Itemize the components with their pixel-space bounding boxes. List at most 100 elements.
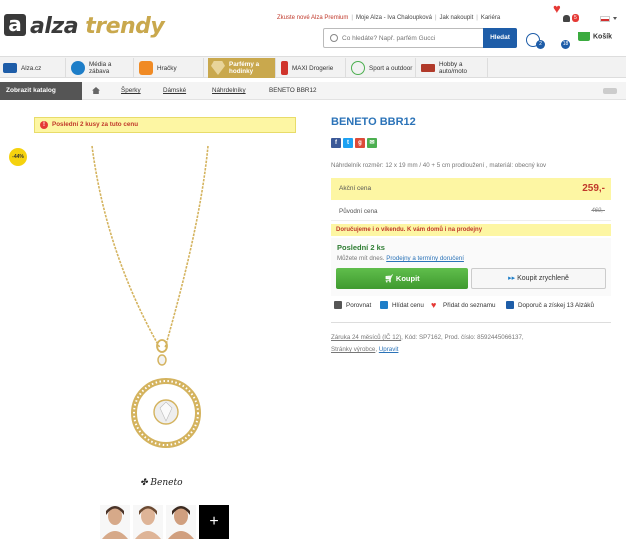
bell-icon[interactable]	[563, 15, 570, 22]
top-link-account[interactable]: Moje Alza - Iva Chaloupková	[356, 15, 432, 21]
warranty-link[interactable]: Záruka 24 měsíců (IČ 12)	[331, 334, 401, 341]
stock-alert: ! Poslední 2 kusy za tuto cenu	[34, 117, 296, 133]
thumbnail[interactable]	[133, 505, 163, 539]
delivery-banner[interactable]: Doručujeme i o víkendu. K vám domů i na …	[331, 224, 611, 236]
nav-item-perfumes[interactable]: Parfémy a hodinky	[208, 58, 276, 78]
cart-icon: 🛒︎	[384, 274, 396, 283]
buy-fast-button-label: Koupit zrychleně	[517, 275, 569, 282]
nav-item-hobby[interactable]: Hobby a auto/moto	[418, 58, 488, 78]
czech-flag-icon[interactable]	[600, 16, 610, 22]
fast-forward-icon: ▸▸	[508, 275, 518, 282]
search-icon	[330, 34, 338, 42]
nav-item-media[interactable]: Média a zábava	[68, 58, 134, 78]
product-image[interactable]	[80, 138, 255, 448]
play-icon	[71, 61, 85, 75]
search-input[interactable]	[342, 32, 482, 45]
heart-icon: ♥	[431, 300, 437, 310]
breadcrumb-item-necklaces[interactable]: Náhrdelníky	[212, 82, 246, 100]
top-link-career[interactable]: Kariéra	[481, 15, 500, 21]
watch-price-action[interactable]: Hlídat cenu	[380, 301, 424, 309]
stock-status: Poslední 2 ks	[337, 243, 385, 252]
cart-icon	[578, 32, 590, 41]
nav-item-label: Parfémy a hodinky	[229, 61, 260, 75]
thumbnail[interactable]	[100, 505, 130, 539]
logo[interactable]: alza trendy	[30, 14, 165, 39]
logo-word-trendy: trendy	[85, 14, 165, 39]
laptop-icon	[3, 63, 17, 73]
top-links: Zkuste nové Alza Premium | Moje Alza - Iva…	[277, 15, 501, 21]
nav-item-toys[interactable]: Hračky	[136, 58, 204, 78]
watch-price-action-label: Hlídat cenu	[392, 301, 424, 309]
bike-icon	[351, 61, 365, 75]
cart-label: Košík	[593, 33, 613, 41]
model-photo-icon	[168, 506, 194, 539]
scale-icon	[334, 301, 342, 309]
heart-icon[interactable]: ♥	[553, 0, 561, 18]
logo-word-alza: alza	[30, 14, 79, 39]
twitter-icon[interactable]: t	[343, 138, 353, 148]
original-price-value: 469,-	[591, 208, 605, 214]
edit-link[interactable]: Upravit	[379, 346, 399, 353]
buy-button-label: Koupit	[395, 274, 420, 283]
robot-icon	[139, 61, 153, 75]
original-price-label: Původní cena	[339, 208, 378, 215]
bottle-icon	[281, 61, 288, 75]
top-link-premium[interactable]: Zkuste nové Alza Premium	[277, 15, 348, 21]
nav-item-label: Sport a outdoor	[369, 64, 413, 72]
add-to-list-action[interactable]: ♥ Přidat do seznamu	[431, 300, 496, 310]
brand-mark-icon: ✤	[140, 478, 148, 488]
add-to-list-action-label: Přidat do seznamu	[443, 301, 496, 309]
buy-fast-button[interactable]: ▸▸ Koupit zrychleně	[471, 268, 606, 289]
breadcrumb: Zobrazit katalog Šperky Dámské Náhrdelní…	[0, 82, 626, 100]
product-description: Náhrdelník rozměr: 12 x 19 mm / 40 + 5 c…	[331, 162, 547, 169]
home-icon[interactable]	[92, 87, 100, 94]
nav-item-sport[interactable]: Sport a outdoor	[348, 58, 416, 78]
email-icon[interactable]: ✉	[367, 138, 377, 148]
stock-alert-text: Poslední 2 kusy za tuto cenu	[52, 121, 139, 128]
breadcrumb-item-jewelry[interactable]: Šperky	[121, 82, 141, 100]
buy-button[interactable]: 🛒︎ Koupit	[336, 268, 468, 289]
nav-item-label: Média a zábava	[89, 61, 112, 75]
search-button[interactable]: Hledat	[483, 28, 517, 48]
breadcrumb-item-current: BENETO BBR12	[269, 87, 317, 94]
show-catalog-button[interactable]: Zobrazit katalog	[0, 82, 82, 100]
model-photo-icon	[102, 506, 128, 539]
nav-item-label: Hobby a auto/moto	[439, 61, 468, 75]
share-icon	[506, 301, 514, 309]
category-nav: Alza.cz Média a zábava Hračky Parfémy a …	[0, 56, 626, 78]
product-codes: , Kód: SP7162, Prod. číslo: 859244506613…	[401, 334, 524, 341]
more-images-button[interactable]: +	[199, 505, 229, 539]
manufacturer-pages-link[interactable]: Stránky výrobce	[331, 346, 375, 353]
nav-item-label: MAXI Drogerie	[292, 64, 334, 72]
divider	[331, 322, 611, 323]
nav-item-label: Hračky	[157, 64, 177, 72]
logo-icon[interactable]: a	[4, 14, 26, 36]
stores-link[interactable]: Prodejny a termíny doručení	[386, 255, 464, 262]
collapse-icon[interactable]	[603, 88, 617, 94]
alert-icon: !	[40, 121, 48, 129]
recommend-action[interactable]: Doporuč a získej 13 Alzáků	[506, 301, 594, 309]
search-box: Hledat	[323, 28, 517, 48]
thumbnail[interactable]	[166, 505, 196, 539]
nav-item-drogerie[interactable]: MAXI Drogerie	[278, 58, 346, 78]
nav-item-label: Alza.cz	[21, 64, 42, 72]
stock-availability: Můžete mít dnes. Prodejny a termíny doru…	[337, 255, 464, 262]
bell-icon	[380, 301, 388, 309]
cart-button[interactable]: Košík	[578, 32, 612, 41]
compare-count-badge: 2	[536, 40, 545, 49]
top-link-how-to-buy[interactable]: Jak nakoupit	[440, 15, 474, 21]
discount-badge: -44%	[9, 148, 27, 166]
facebook-icon[interactable]: f	[331, 138, 341, 148]
stock-box: Poslední 2 ks Můžete mít dnes. Prodejny …	[331, 238, 611, 296]
recommend-action-label: Doporuč a získej 13 Alzáků	[518, 301, 594, 309]
compare-action[interactable]: Porovnat	[334, 301, 371, 309]
google-plus-icon[interactable]: g	[355, 138, 365, 148]
brand-logo: ✤ Beneto	[140, 478, 183, 488]
nav-item-alza[interactable]: Alza.cz	[0, 58, 66, 78]
stock-availability-text: Můžete mít dnes.	[337, 255, 385, 262]
plus-icon: +	[209, 513, 219, 530]
favorites-count-badge: 18	[561, 40, 570, 49]
product-title: BENETO BBR12	[331, 116, 416, 128]
breadcrumb-item-women[interactable]: Dámské	[163, 82, 186, 100]
original-price-row: Původní cena 469,-	[331, 202, 611, 221]
